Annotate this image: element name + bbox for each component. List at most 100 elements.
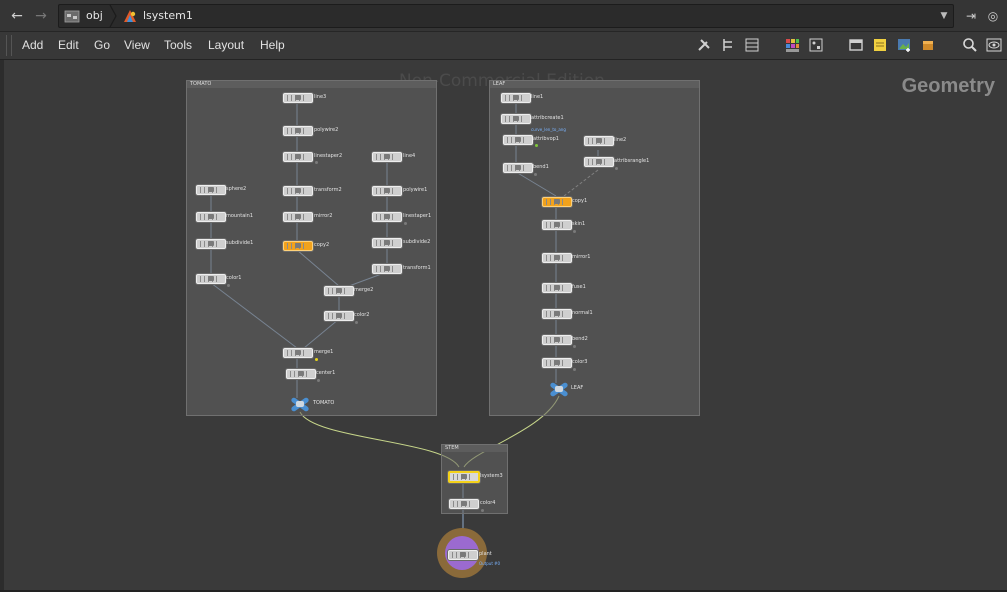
node-color4[interactable] — [449, 499, 479, 509]
node-label: fuse1 — [572, 284, 586, 290]
menu-edit[interactable]: Edit — [58, 32, 79, 59]
pin-icon[interactable]: ⇥ — [962, 7, 980, 25]
node-mirror2[interactable] — [283, 212, 313, 222]
node-flag-dot — [404, 222, 407, 225]
network-box-header: LEAF — [490, 81, 699, 88]
menu-bar: Add Edit Go View Tools Layout Help — [0, 32, 1007, 60]
menu-layout[interactable]: Layout — [208, 32, 244, 59]
node-label: LEAF — [571, 385, 584, 391]
node-color3[interactable] — [542, 358, 572, 368]
node-color2[interactable] — [324, 311, 354, 321]
network-box-header: TOMATO — [187, 81, 436, 88]
output-node-tomato[interactable] — [289, 396, 311, 413]
menu-help[interactable]: Help — [260, 32, 285, 59]
background-image-icon[interactable] — [896, 37, 912, 53]
lsystem-node-icon — [124, 10, 136, 22]
node-label: copy1 — [572, 198, 588, 204]
node-bend2[interactable] — [542, 335, 572, 345]
node-attribsrangle1[interactable] — [584, 157, 614, 167]
search-icon[interactable] — [962, 37, 978, 53]
node-line3[interactable] — [283, 93, 313, 103]
node-flag-dot — [534, 173, 537, 176]
tree-view-icon[interactable] — [720, 37, 736, 53]
node-line4[interactable] — [372, 152, 402, 162]
network-box-leaf[interactable]: LEAF — [489, 80, 700, 416]
node-label: transform1 — [403, 265, 431, 271]
node-subdivide1[interactable] — [196, 239, 226, 249]
node-linestaper2[interactable] — [283, 152, 313, 162]
node-transform1[interactable] — [372, 264, 402, 274]
display-options-icon[interactable] — [986, 37, 1002, 53]
node-label: linestaper2 — [314, 153, 343, 159]
node-flag-dot — [317, 379, 320, 382]
node-label: mirror2 — [314, 213, 333, 219]
node-flag-dot — [535, 144, 538, 147]
path-bar: ← → obj lsystem1 ▼ ⇥ ◎ — [0, 0, 1007, 32]
node-line1[interactable] — [501, 93, 531, 103]
node-flag-dot — [315, 161, 318, 164]
node-label: subdivide2 — [403, 239, 431, 245]
link-target-icon[interactable]: ◎ — [984, 7, 1002, 25]
breadcrumb-obj[interactable]: obj — [86, 5, 103, 27]
node-attribvop1[interactable] — [503, 135, 533, 145]
node-linestaper1[interactable] — [372, 212, 402, 222]
breadcrumb-lsystem1[interactable]: lsystem1 — [143, 5, 193, 27]
wrench-icon[interactable] — [696, 37, 712, 53]
menu-add[interactable]: Add — [22, 32, 43, 59]
menu-go[interactable]: Go — [94, 32, 110, 59]
node-label: line3 — [314, 94, 327, 100]
node-label: merge1 — [314, 349, 334, 355]
network-editor[interactable]: Non-Commercial Edition Geometry TOMATO — [4, 60, 1007, 590]
node-polywire2[interactable] — [283, 126, 313, 136]
node-copy2[interactable] — [283, 241, 313, 251]
node-attribcreate1[interactable] — [501, 114, 531, 124]
node-sphere2[interactable] — [196, 185, 226, 195]
node-label: polywire1 — [403, 187, 428, 193]
node-skin1[interactable] — [542, 220, 572, 230]
node-label: subdivide1 — [226, 240, 254, 246]
subnet-icon[interactable] — [920, 37, 936, 53]
node-label: copy2 — [314, 242, 330, 248]
output-node-leaf[interactable] — [548, 381, 570, 398]
node-copy1[interactable] — [542, 197, 572, 207]
node-merge1[interactable] — [283, 348, 313, 358]
node-subdivide2[interactable] — [372, 238, 402, 248]
network-box-header: STEM — [442, 445, 507, 452]
shape-palette-icon[interactable] — [808, 37, 824, 53]
node-label: color3 — [572, 359, 588, 365]
node-label: transform2 — [314, 187, 342, 193]
node-comment: Output #0 — [479, 561, 501, 566]
path-field[interactable]: obj lsystem1 ▼ — [58, 4, 954, 28]
node-label: sphere2 — [226, 186, 247, 192]
node-label: attribvop1 — [533, 136, 559, 142]
forward-arrow-icon[interactable]: → — [32, 7, 50, 25]
node-plant[interactable] — [448, 550, 478, 560]
node-label: mountain1 — [226, 213, 254, 219]
menu-view[interactable]: View — [124, 32, 150, 59]
node-color1[interactable] — [196, 274, 226, 284]
sticky-note-icon[interactable] — [872, 37, 888, 53]
network-box-icon[interactable] — [848, 37, 864, 53]
node-normal1[interactable] — [542, 309, 572, 319]
node-bend1[interactable] — [503, 163, 533, 173]
node-merge2[interactable] — [324, 286, 354, 296]
back-arrow-icon[interactable]: ← — [8, 7, 26, 25]
node-flag-dot — [615, 167, 618, 170]
path-dropdown-icon[interactable]: ▼ — [937, 8, 951, 24]
node-center1[interactable] — [286, 369, 316, 379]
node-label: polywire2 — [314, 127, 339, 133]
color-palette-icon[interactable] — [784, 37, 800, 53]
node-flag-dot — [315, 358, 318, 361]
node-mountain1[interactable] — [196, 212, 226, 222]
node-line2[interactable] — [584, 136, 614, 146]
node-flag-dot — [481, 509, 484, 512]
node-transform2[interactable] — [283, 186, 313, 196]
node-fuse1[interactable] — [542, 283, 572, 293]
node-mirror1[interactable] — [542, 253, 572, 263]
node-label: TOMATO — [313, 400, 335, 406]
list-view-icon[interactable] — [744, 37, 760, 53]
node-lsystem3[interactable] — [448, 471, 480, 483]
menu-tools[interactable]: Tools — [164, 32, 192, 59]
node-polywire1[interactable] — [372, 186, 402, 196]
node-label: center1 — [316, 370, 336, 376]
